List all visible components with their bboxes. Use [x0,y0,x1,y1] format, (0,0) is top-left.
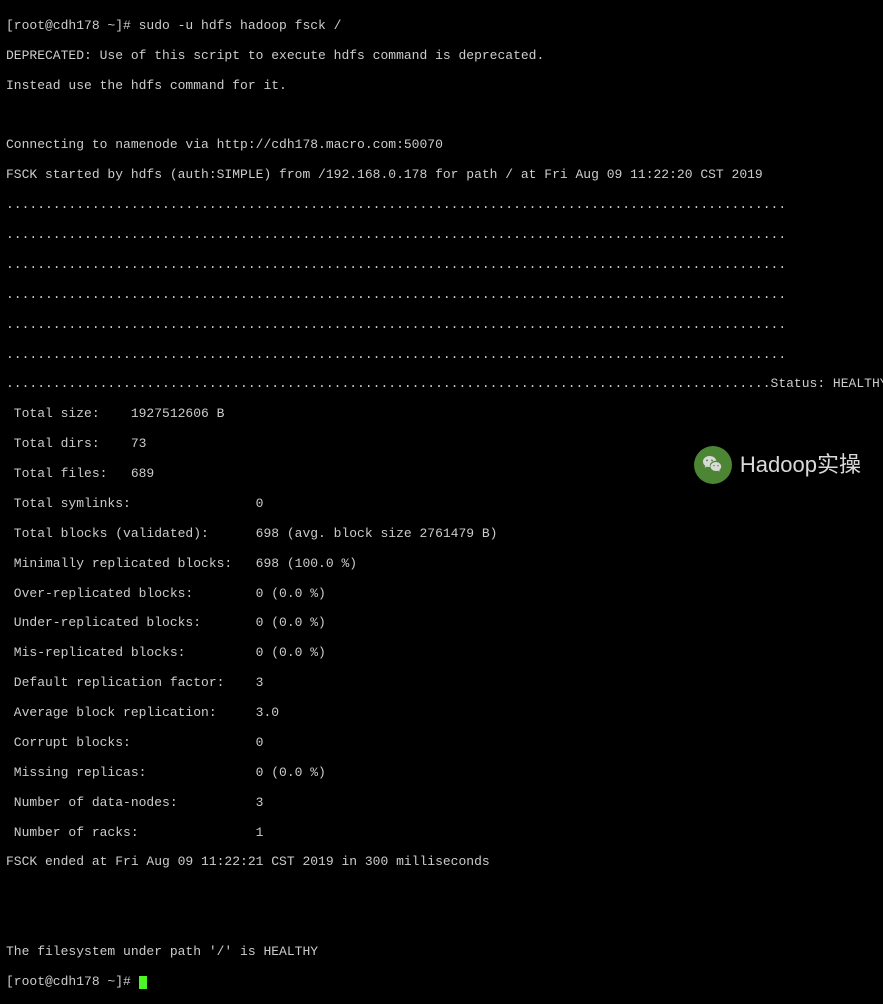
deprecated-line-2: Instead use the hdfs command for it. [6,79,877,94]
progress-dots: ........................................… [6,228,877,243]
stat-mis-replicated: Mis-replicated blocks: 0 (0.0 %) [6,646,877,661]
stat-data-nodes: Number of data-nodes: 3 [6,796,877,811]
progress-dots: ........................................… [6,258,877,273]
progress-dots: ........................................… [6,348,877,363]
stat-total-size: Total size: 1927512606 B [6,407,877,422]
stat-total-blocks: Total blocks (validated): 698 (avg. bloc… [6,527,877,542]
progress-dots: ........................................… [6,288,877,303]
blank-line [6,915,877,930]
healthy-line: The filesystem under path '/' is HEALTHY [6,945,877,960]
terminal-cursor[interactable] [139,976,147,989]
fsck-end-line: FSCK ended at Fri Aug 09 11:22:21 CST 20… [6,855,877,870]
wechat-icon [694,446,732,484]
progress-dots: ........................................… [6,318,877,333]
stat-total-symlinks: Total symlinks: 0 [6,497,877,512]
shell-prompt: [root@cdh178 ~]# [6,974,139,989]
stat-avg-repl: Average block replication: 3.0 [6,706,877,721]
stat-corrupt: Corrupt blocks: 0 [6,736,877,751]
stat-racks: Number of racks: 1 [6,826,877,841]
stat-missing: Missing replicas: 0 (0.0 %) [6,766,877,781]
deprecated-line-1: DEPRECATED: Use of this script to execut… [6,49,877,64]
blank-line [6,885,877,900]
blank-line [6,109,877,124]
shell-prompt: [root@cdh178 ~]# [6,18,139,33]
progress-dots: ........................................… [6,198,877,213]
command-text: sudo -u hdfs hadoop fsck / [139,18,342,33]
terminal-output[interactable]: [root@cdh178 ~]# sudo -u hdfs hadoop fsc… [6,4,877,1004]
watermark: Hadoop实操 [694,446,861,484]
stat-over-replicated: Over-replicated blocks: 0 (0.0 %) [6,587,877,602]
fsck-start-line: FSCK started by hdfs (auth:SIMPLE) from … [6,168,877,183]
connecting-line: Connecting to namenode via http://cdh178… [6,138,877,153]
stat-under-replicated: Under-replicated blocks: 0 (0.0 %) [6,616,877,631]
status-line: ........................................… [6,377,877,392]
stat-min-replicated: Minimally replicated blocks: 698 (100.0 … [6,557,877,572]
watermark-text: Hadoop实操 [740,452,861,477]
stat-default-repl: Default replication factor: 3 [6,676,877,691]
